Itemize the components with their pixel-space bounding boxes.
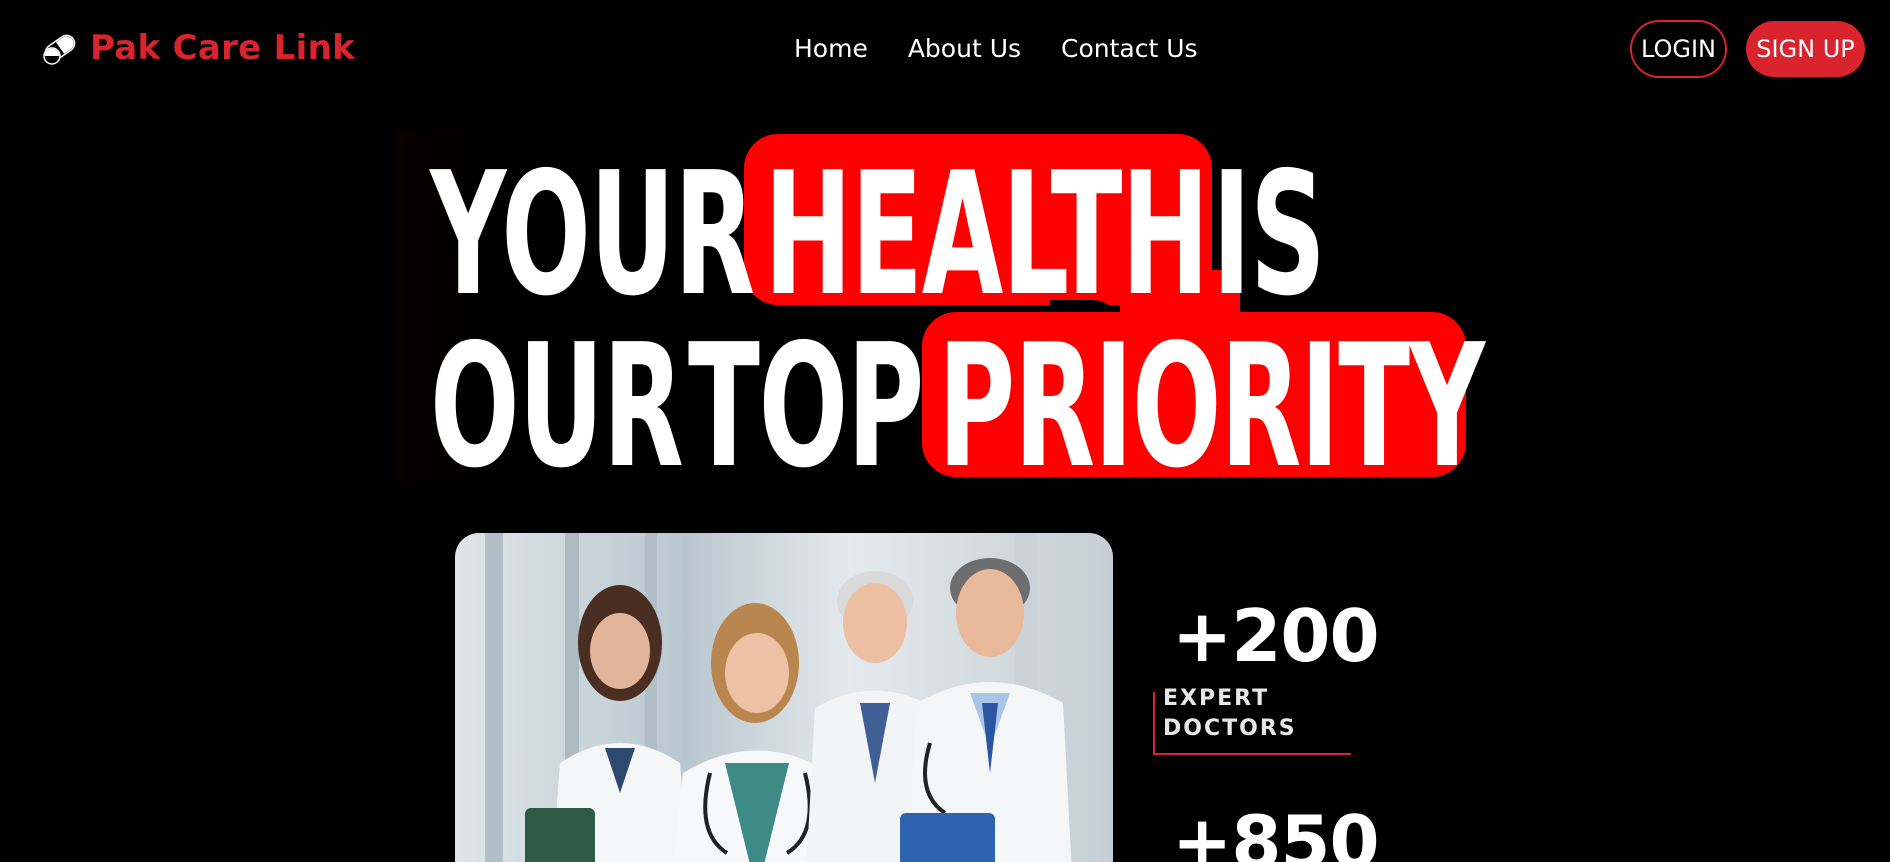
hero-word-health: HEALTH (764, 136, 1209, 334)
signup-button[interactable]: SIGN UP (1746, 21, 1865, 77)
doctors-illustration (485, 533, 1072, 862)
page: Pak Care Link Home About Us Contact Us L… (0, 0, 1890, 862)
stat-expert-doctors-value: +200 (1172, 594, 1380, 678)
doctors-team-photo (455, 533, 1113, 862)
hero-word-priority: PRIORITY (938, 308, 1485, 506)
stat-label-line2: DOCTORS (1163, 716, 1297, 741)
capsule-logo-icon (43, 34, 76, 65)
brand-name: Pak Care Link (90, 28, 355, 68)
hero-word-is: IS (1212, 136, 1326, 334)
stat-divider-horizontal (1153, 753, 1351, 755)
hero-word-top: TOP (688, 308, 924, 506)
brand[interactable]: Pak Care Link (40, 28, 355, 68)
stat-expert-doctors-label: EXPERT DOCTORS (1163, 684, 1297, 744)
stat-divider-vertical (1153, 692, 1155, 754)
login-button[interactable]: LOGIN (1630, 20, 1727, 78)
hero-headline: YOUR HEALTH IS OUR TOP PRIORITY (430, 0, 1530, 500)
stat-label-line1: EXPERT (1163, 686, 1270, 711)
stat-second-value: +850 (1172, 800, 1380, 862)
hero-word-your: YOUR (430, 136, 755, 334)
hero-word-our: OUR (430, 308, 684, 506)
